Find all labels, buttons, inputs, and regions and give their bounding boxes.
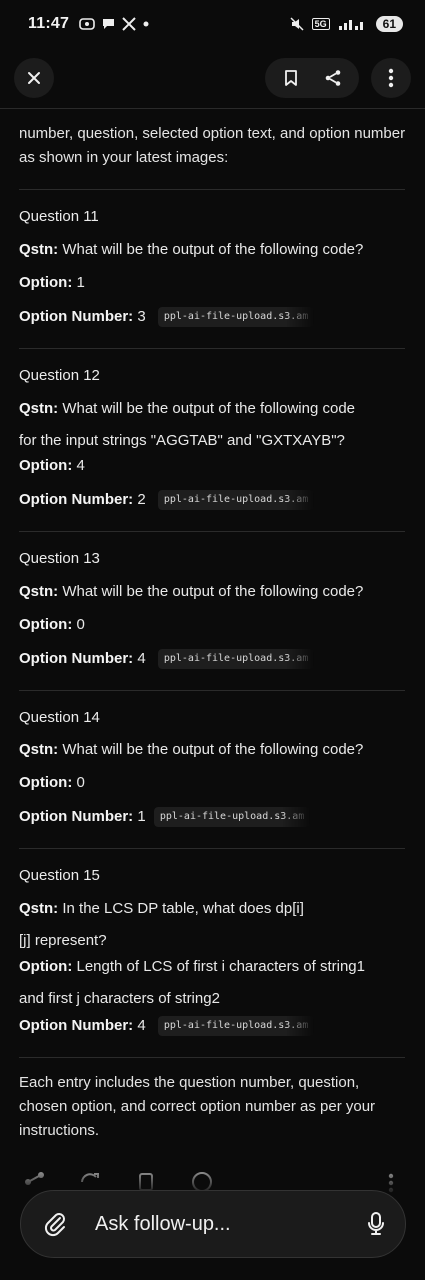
source-citation-chip[interactable]: ppl-ai-file-upload.s3.am: [157, 1016, 315, 1036]
source-citation-chip[interactable]: ppl-ai-file-upload.s3.am: [157, 649, 315, 669]
answer-content: number, question, selected option text, …: [19, 118, 407, 182]
question-title: Question 11: [19, 208, 99, 225]
question-title: Question 13: [19, 550, 100, 567]
option-number-row: Option Number: 2 ppl-ai-file-upload.s3.a…: [19, 490, 315, 510]
more-options-button[interactable]: [371, 58, 411, 98]
question-text: Qstn: What will be the output of the fol…: [19, 583, 363, 600]
follow-up-composer[interactable]: Ask follow-up...: [20, 1190, 406, 1258]
qstn-line: What will be the output of the following…: [62, 241, 364, 258]
bookmark-share-group: [265, 58, 359, 98]
option-number-row: Option Number: 4 ppl-ai-file-upload.s3.a…: [19, 1016, 315, 1036]
top-app-bar: [0, 52, 425, 104]
status-right: 5G 61: [290, 16, 403, 32]
question-title: Question 12: [19, 367, 100, 384]
more-vertical-icon: [388, 68, 394, 88]
option-label: Option:: [19, 616, 73, 633]
option-line: Length of LCS of first i characters of s…: [76, 958, 365, 975]
qstn-label: Qstn:: [19, 741, 59, 758]
source-citation-chip[interactable]: ppl-ai-file-upload.s3.am: [157, 490, 315, 510]
notification-dot: [143, 21, 149, 27]
option-number-value: 4: [137, 1016, 146, 1034]
app-bar-actions: [265, 58, 411, 98]
network-5g-icon: 5G: [311, 18, 330, 30]
attach-button[interactable]: [27, 1211, 85, 1237]
qstn-label: Qstn:: [19, 900, 59, 917]
option-number-row: Option Number: 4 ppl-ai-file-upload.s3.a…: [19, 649, 315, 669]
option-number-value: 4: [137, 649, 146, 667]
option-text: Option: 0: [19, 616, 85, 633]
option-text: Option: 1: [19, 274, 85, 291]
section-divider: [19, 690, 405, 691]
summary-paragraph: Each entry includes the question number,…: [19, 1074, 376, 1139]
qstn-line: What will be the output of the following…: [62, 583, 364, 600]
question-text: Qstn: What will be the output of the fol…: [19, 241, 363, 258]
option-label: Option:: [19, 774, 73, 791]
close-icon: [28, 72, 40, 84]
option-label: Option:: [19, 274, 73, 291]
status-notification-icons: [79, 17, 150, 31]
section-divider: [19, 531, 405, 532]
question-text: Qstn: In the LCS DP table, what does dp[…: [19, 900, 304, 917]
option-number-row: Option Number: 3 ppl-ai-file-upload.s3.a…: [19, 307, 315, 327]
section-divider: [19, 348, 405, 349]
section-divider: [19, 189, 405, 190]
status-left: 11:47: [28, 15, 150, 33]
question-title: Question 14: [19, 709, 100, 726]
qstn-line: What will be the output of the following…: [62, 741, 364, 758]
option-text: Option: Length of LCS of first i charact…: [19, 958, 365, 975]
follow-up-input[interactable]: Ask follow-up...: [95, 1213, 347, 1236]
option-line: 4: [76, 457, 85, 474]
qstn-label: Qstn:: [19, 400, 59, 417]
source-citation-chip[interactable]: ppl-ai-file-upload.s3.am: [157, 307, 315, 327]
qstn-line: In the LCS DP table, what does dp[i]: [62, 900, 304, 917]
option-line: 0: [76, 774, 85, 791]
close-button[interactable]: [14, 58, 54, 98]
question-text-continued: [j] represent?: [19, 932, 107, 949]
option-number-value: 1: [137, 807, 146, 825]
option-number-label: Option Number:: [19, 307, 134, 325]
qstn-label: Qstn:: [19, 583, 59, 600]
option-line: 0: [76, 616, 85, 633]
option-label: Option:: [19, 457, 73, 474]
chat-bubble-icon: [103, 19, 115, 29]
option-text: Option: 0: [19, 774, 85, 791]
qstn-line: What will be the output of the following…: [62, 400, 356, 417]
app-bar-divider: [0, 108, 425, 115]
question-text: Qstn: What will be the output of the fol…: [19, 400, 355, 417]
option-number-value: 2: [137, 490, 146, 508]
question-title: Question 15: [19, 867, 100, 884]
x-logo-icon: [122, 17, 136, 31]
bookmark-button[interactable]: [271, 58, 311, 98]
option-line: 1: [76, 274, 85, 291]
source-citation-chip[interactable]: ppl-ai-file-upload.s3.am: [153, 807, 311, 827]
share-icon: [325, 70, 341, 86]
option-text-continued: and first j characters of string2: [19, 990, 220, 1007]
option-number-value: 3: [137, 307, 146, 325]
battery-indicator: 61: [375, 16, 403, 32]
option-number-label: Option Number:: [19, 490, 134, 508]
status-bar: 11:47 5G 61: [0, 0, 425, 48]
question-text-continued: for the input strings "AGGTAB" and "GXTX…: [19, 432, 345, 449]
qstn-label: Qstn:: [19, 241, 59, 258]
screen: 11:47 5G 61 number, question, selected o…: [0, 0, 425, 1280]
option-number-label: Option Number:: [19, 807, 134, 825]
section-divider: [19, 848, 405, 849]
screen-record-icon: [79, 18, 95, 30]
paperclip-icon: [44, 1213, 65, 1237]
option-text: Option: 4: [19, 457, 85, 474]
mute-icon: [290, 17, 304, 31]
option-label: Option:: [19, 958, 73, 975]
status-time: 11:47: [28, 15, 70, 32]
signal-icon: [338, 20, 363, 30]
section-divider: [19, 1057, 405, 1058]
option-number-row: Option Number: 1 ppl-ai-file-upload.s3.a…: [19, 807, 311, 827]
option-number-label: Option Number:: [19, 649, 134, 667]
share-button[interactable]: [313, 58, 353, 98]
microphone-icon: [368, 1212, 384, 1235]
bookmark-icon: [285, 70, 297, 86]
voice-input-button[interactable]: [347, 1211, 405, 1237]
intro-paragraph: number, question, selected option text, …: [19, 125, 406, 166]
option-number-label: Option Number:: [19, 1016, 134, 1034]
question-text: Qstn: What will be the output of the fol…: [19, 741, 363, 758]
